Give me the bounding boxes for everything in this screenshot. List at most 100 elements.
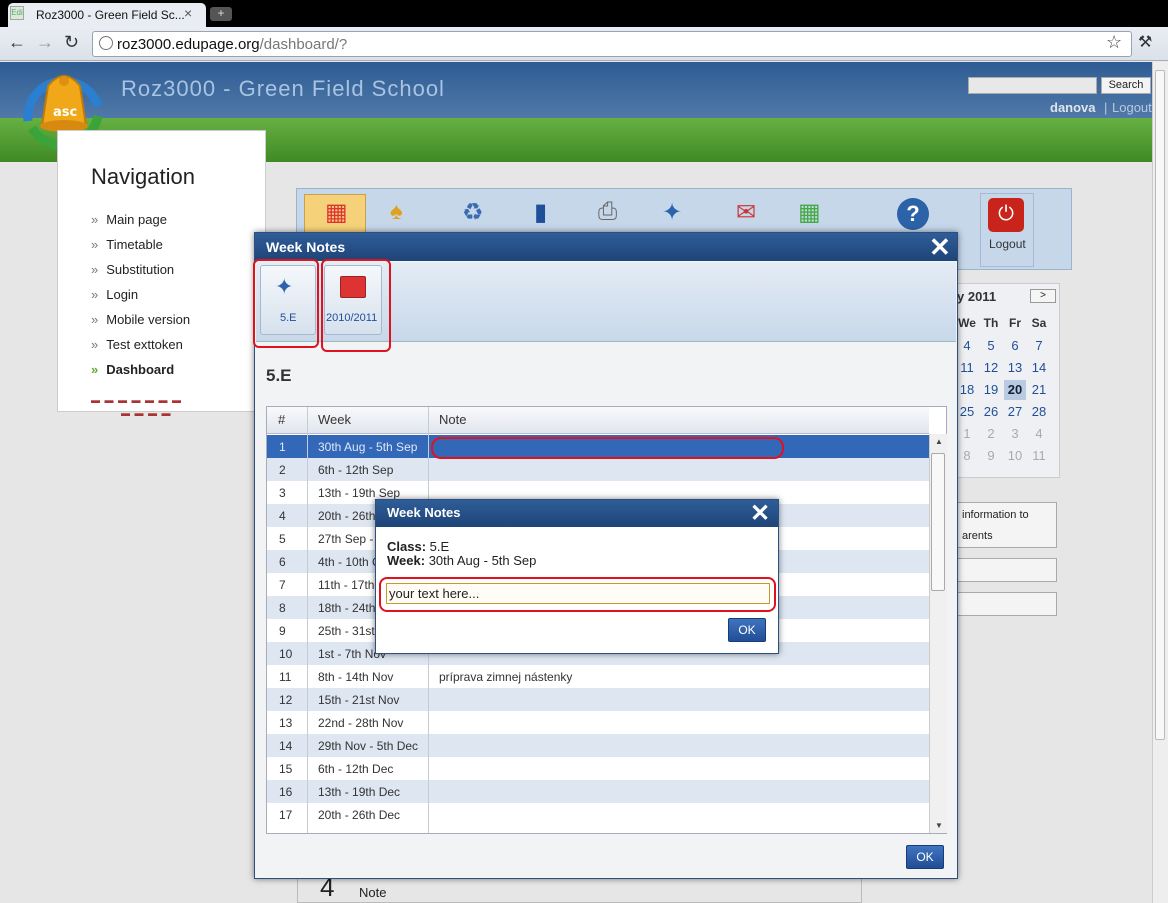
- table-row[interactable]: 11 8th - 14th Nov príprava zimnej nástenky: [267, 665, 929, 688]
- calendar-day[interactable]: 4: [1028, 424, 1050, 444]
- table-scroll-thumb[interactable]: [931, 453, 945, 591]
- power-icon[interactable]: ⏻: [988, 198, 1024, 232]
- calendar-day[interactable]: 14: [1028, 358, 1050, 378]
- chevron-right-icon: »: [91, 337, 99, 352]
- calendar-day[interactable]: 8: [956, 446, 978, 466]
- calendar-day[interactable]: 3: [1004, 424, 1026, 444]
- row-week: 30th Aug - 5th Sep: [318, 440, 418, 454]
- printer-icon[interactable]: ⎙: [598, 198, 617, 226]
- calendar-day[interactable]: 11: [956, 358, 978, 378]
- svg-text:asc: asc: [53, 105, 77, 120]
- language-flags-row2[interactable]: ▬ ▬ ▬ ▬: [121, 408, 172, 418]
- row-week: 29th Nov - 5th Dec: [318, 739, 419, 753]
- logout-link[interactable]: Logout: [1112, 100, 1152, 115]
- table-row[interactable]: 14 29th Nov - 5th Dec: [267, 734, 929, 757]
- page-scroll-thumb[interactable]: [1155, 70, 1165, 740]
- column-header-note[interactable]: Note: [439, 412, 466, 427]
- row-number: 5: [279, 532, 286, 546]
- nav-item-dashboard[interactable]: » Dashboard: [91, 362, 174, 377]
- highlight-note-input: [379, 577, 776, 612]
- address-bar[interactable]: roz3000.edupage.org/dashboard/?: [92, 31, 1132, 57]
- info-to-parents-button[interactable]: information to arents: [955, 502, 1057, 548]
- cubes-icon[interactable]: ▦: [798, 198, 821, 227]
- column-header-number[interactable]: #: [278, 412, 285, 427]
- column-divider: [307, 407, 308, 833]
- row-week: 22nd - 28th Nov: [318, 716, 404, 730]
- calendar-day[interactable]: 10: [1004, 446, 1026, 466]
- calendar-day[interactable]: 7: [1028, 336, 1050, 356]
- calendar-day[interactable]: 19: [980, 380, 1002, 400]
- language-flags[interactable]: ▬ ▬ ▬ ▬ ▬ ▬ ▬: [91, 395, 182, 405]
- calendar-day[interactable]: 13: [1004, 358, 1026, 378]
- row-week: 13th - 19th Dec: [318, 785, 401, 799]
- calendar-day[interactable]: 11: [1028, 446, 1050, 466]
- week-note-label: Note: [359, 885, 387, 900]
- calendar-day[interactable]: 4: [956, 336, 978, 356]
- calendar-day[interactable]: 2: [980, 424, 1002, 444]
- new-tab-button[interactable]: +: [210, 7, 232, 21]
- calendar-day[interactable]: 25: [956, 402, 978, 422]
- nav-item-test-exttoken[interactable]: » Test exttoken: [91, 337, 183, 352]
- dialog-title-bar[interactable]: [255, 233, 957, 261]
- nav-item-timetable[interactable]: » Timetable: [91, 237, 163, 252]
- calendar-day[interactable]: 26: [980, 402, 1002, 422]
- help-icon[interactable]: ?: [897, 198, 929, 230]
- highlight-year-button: [321, 259, 391, 352]
- search-input[interactable]: [968, 77, 1097, 94]
- nav-item-main-page[interactable]: » Main page: [91, 212, 167, 227]
- search-button[interactable]: Search: [1101, 77, 1151, 94]
- row-week: 6th - 12th Sep: [318, 463, 394, 477]
- row-number: 1: [279, 440, 286, 454]
- favicon-icon: Edi: [10, 6, 24, 20]
- calendar-day[interactable]: 12: [980, 358, 1002, 378]
- calendar-day[interactable]: 1: [956, 424, 978, 444]
- ok-button[interactable]: OK: [906, 845, 944, 869]
- calendar-day[interactable]: 28: [1028, 402, 1050, 422]
- nav-item-mobile-version[interactable]: » Mobile version: [91, 312, 190, 327]
- row-week: 4th - 10th O: [318, 555, 382, 569]
- forward-icon[interactable]: →: [36, 32, 54, 53]
- book-icon[interactable]: ▮: [534, 198, 547, 227]
- calendar-next-button[interactable]: >: [1030, 289, 1056, 303]
- star-icon[interactable]: ☆: [1106, 32, 1122, 53]
- calendar-day[interactable]: 27: [1004, 402, 1026, 422]
- side-button-2[interactable]: [955, 558, 1057, 582]
- table-row[interactable]: 2 6th - 12th Sep: [267, 458, 929, 481]
- table-row[interactable]: 17 20th - 26th Dec: [267, 803, 929, 826]
- username-link[interactable]: danova: [1050, 100, 1096, 115]
- scroll-down-icon[interactable]: ▼: [935, 821, 943, 830]
- back-icon[interactable]: ←: [8, 32, 26, 53]
- calendar-day[interactable]: 21: [1028, 380, 1050, 400]
- row-number: 3: [279, 486, 286, 500]
- table-row[interactable]: 16 13th - 19th Dec: [267, 780, 929, 803]
- side-button-3[interactable]: [955, 592, 1057, 616]
- table-row[interactable]: 12 15th - 21st Nov: [267, 688, 929, 711]
- messages-icon[interactable]: ✉: [736, 198, 756, 227]
- substitution-icon[interactable]: ♻: [462, 198, 484, 227]
- note-ok-button[interactable]: OK: [728, 618, 766, 642]
- scroll-up-icon[interactable]: ▲: [935, 437, 943, 446]
- column-header-week[interactable]: Week: [318, 412, 351, 427]
- close-icon[interactable]: ✕: [929, 232, 951, 263]
- tab-title: Roz3000 - Green Field Sc...: [36, 8, 185, 22]
- calendar-day[interactable]: 20: [1004, 380, 1026, 400]
- browser-tab[interactable]: Roz3000 - Green Field Sc...: [8, 3, 206, 27]
- tab-close-icon[interactable]: ×: [184, 5, 192, 21]
- table-row[interactable]: 13 22nd - 28th Nov: [267, 711, 929, 734]
- bell-icon[interactable]: ♠: [390, 198, 403, 226]
- pin-icon[interactable]: ✦: [662, 198, 682, 227]
- wrench-icon[interactable]: ⚒: [1138, 32, 1152, 52]
- close-icon[interactable]: ✕: [750, 499, 770, 528]
- nav-item-login[interactable]: » Login: [91, 287, 138, 302]
- nav-item-substitution[interactable]: » Substitution: [91, 262, 174, 277]
- row-week: 6th - 12th Dec: [318, 762, 394, 776]
- table-row[interactable]: 15 6th - 12th Dec: [267, 757, 929, 780]
- reload-icon[interactable]: ↻: [64, 32, 79, 53]
- calendar-icon[interactable]: ▦: [325, 198, 348, 227]
- calendar-day[interactable]: 5: [980, 336, 1002, 356]
- calendar-day[interactable]: 18: [956, 380, 978, 400]
- calendar-day[interactable]: 9: [980, 446, 1002, 466]
- row-number: 13: [279, 716, 293, 730]
- calendar-day[interactable]: 6: [1004, 336, 1026, 356]
- row-number: 15: [279, 762, 293, 776]
